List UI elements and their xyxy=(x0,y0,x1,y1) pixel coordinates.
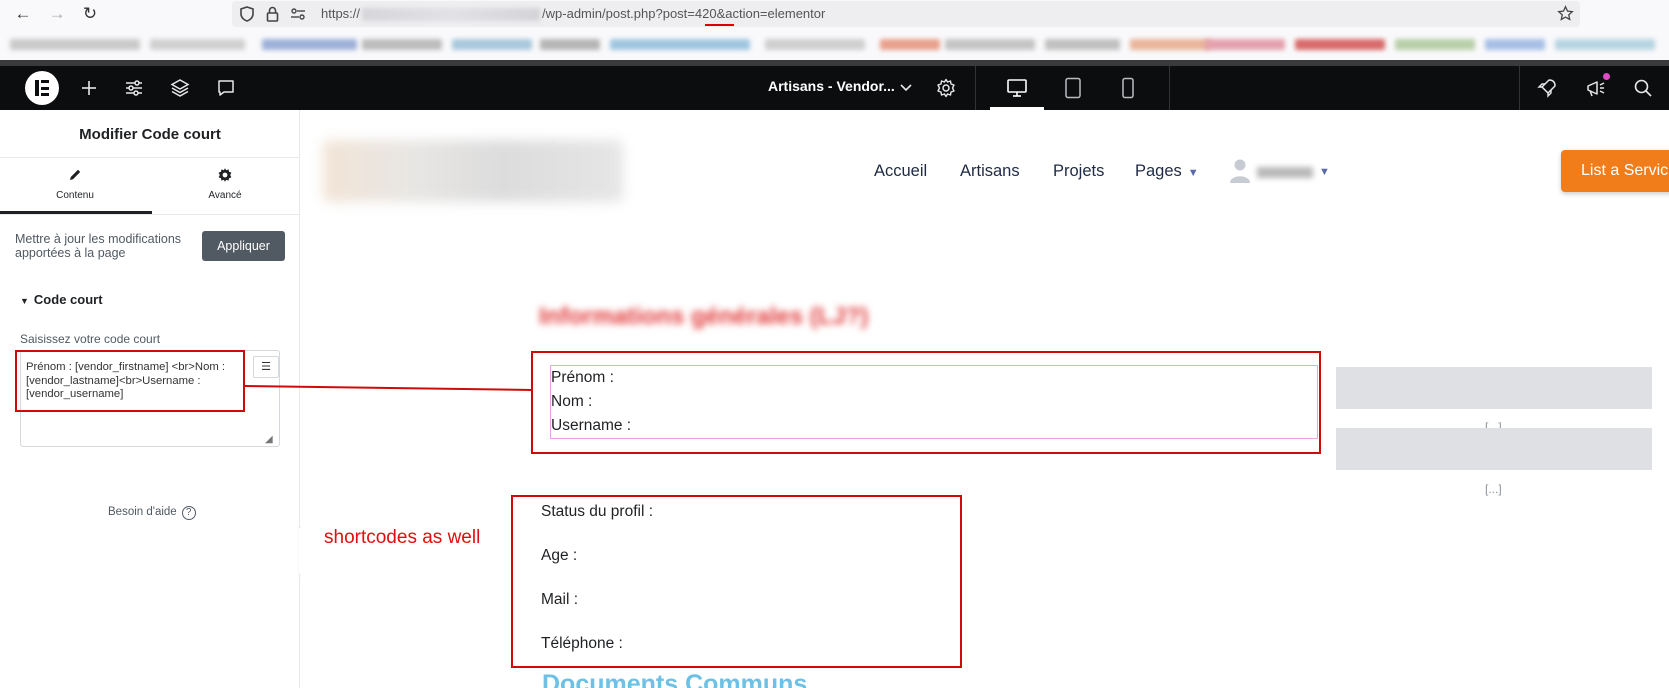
screen: ← → ↻ https:///wp-admin/post.php?post=42… xyxy=(0,0,1669,688)
annotation-connector-line xyxy=(244,385,534,391)
